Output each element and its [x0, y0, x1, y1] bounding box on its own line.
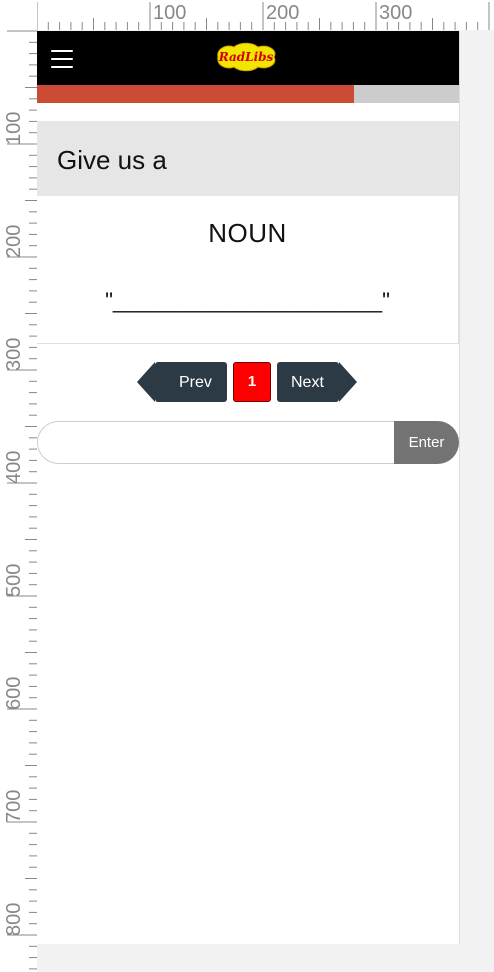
app-header: RadLibs: [37, 31, 459, 85]
next-button-label: Next: [291, 374, 324, 391]
answer-input[interactable]: [37, 421, 403, 464]
page-number-current[interactable]: 1: [233, 362, 271, 402]
word-type-label: NOUN: [208, 218, 287, 248]
ruler-left-label-800: 800: [3, 902, 25, 936]
answer-entry-row: Enter: [37, 421, 459, 464]
ruler-left-ticks: [7, 30, 37, 970]
logo-text: RadLibs: [218, 50, 274, 64]
ruler-top: 100 200 300: [0, 0, 494, 30]
ruler-left-label-100: 100: [3, 111, 25, 145]
prev-arrow-icon: [137, 362, 155, 402]
ruler-top-label-100: 100: [153, 2, 187, 24]
radlibs-logo[interactable]: RadLibs: [212, 40, 280, 74]
prompt-banner: Give us a: [37, 121, 459, 196]
ruler-top-label-300: 300: [379, 2, 413, 24]
hamburger-menu-icon[interactable]: [51, 50, 73, 68]
pagination: Prev 1 Next: [37, 361, 459, 403]
ruler-left-label-200: 200: [3, 224, 25, 258]
ruler-left-label-600: 600: [3, 676, 25, 710]
prompt-text: Give us a: [57, 145, 167, 175]
prev-button-label: Prev: [179, 374, 212, 391]
answer-blank: "______________________": [105, 288, 390, 313]
enter-button[interactable]: Enter: [394, 421, 459, 464]
ruler-left-label-300: 300: [3, 337, 25, 371]
prev-button[interactable]: Prev: [137, 362, 227, 402]
ruler-left: 100 200 300 400 500 600 700 800: [0, 0, 37, 972]
next-button[interactable]: Next: [277, 362, 357, 402]
ruler-top-label-200: 200: [266, 2, 300, 24]
app-page: RadLibs Give us a NOUN "________________…: [37, 31, 459, 944]
ruler-left-label-700: 700: [3, 789, 25, 823]
logo-graphic: RadLibs: [217, 42, 276, 72]
progress-bar: [37, 85, 459, 103]
next-arrow-icon: [339, 362, 357, 402]
progress-bar-fill: [37, 85, 354, 103]
ruler-top-ticks: [36, 2, 490, 30]
word-card: NOUN "______________________": [37, 196, 459, 344]
ruler-left-label-400: 400: [3, 450, 25, 484]
ruler-left-label-500: 500: [3, 563, 25, 597]
